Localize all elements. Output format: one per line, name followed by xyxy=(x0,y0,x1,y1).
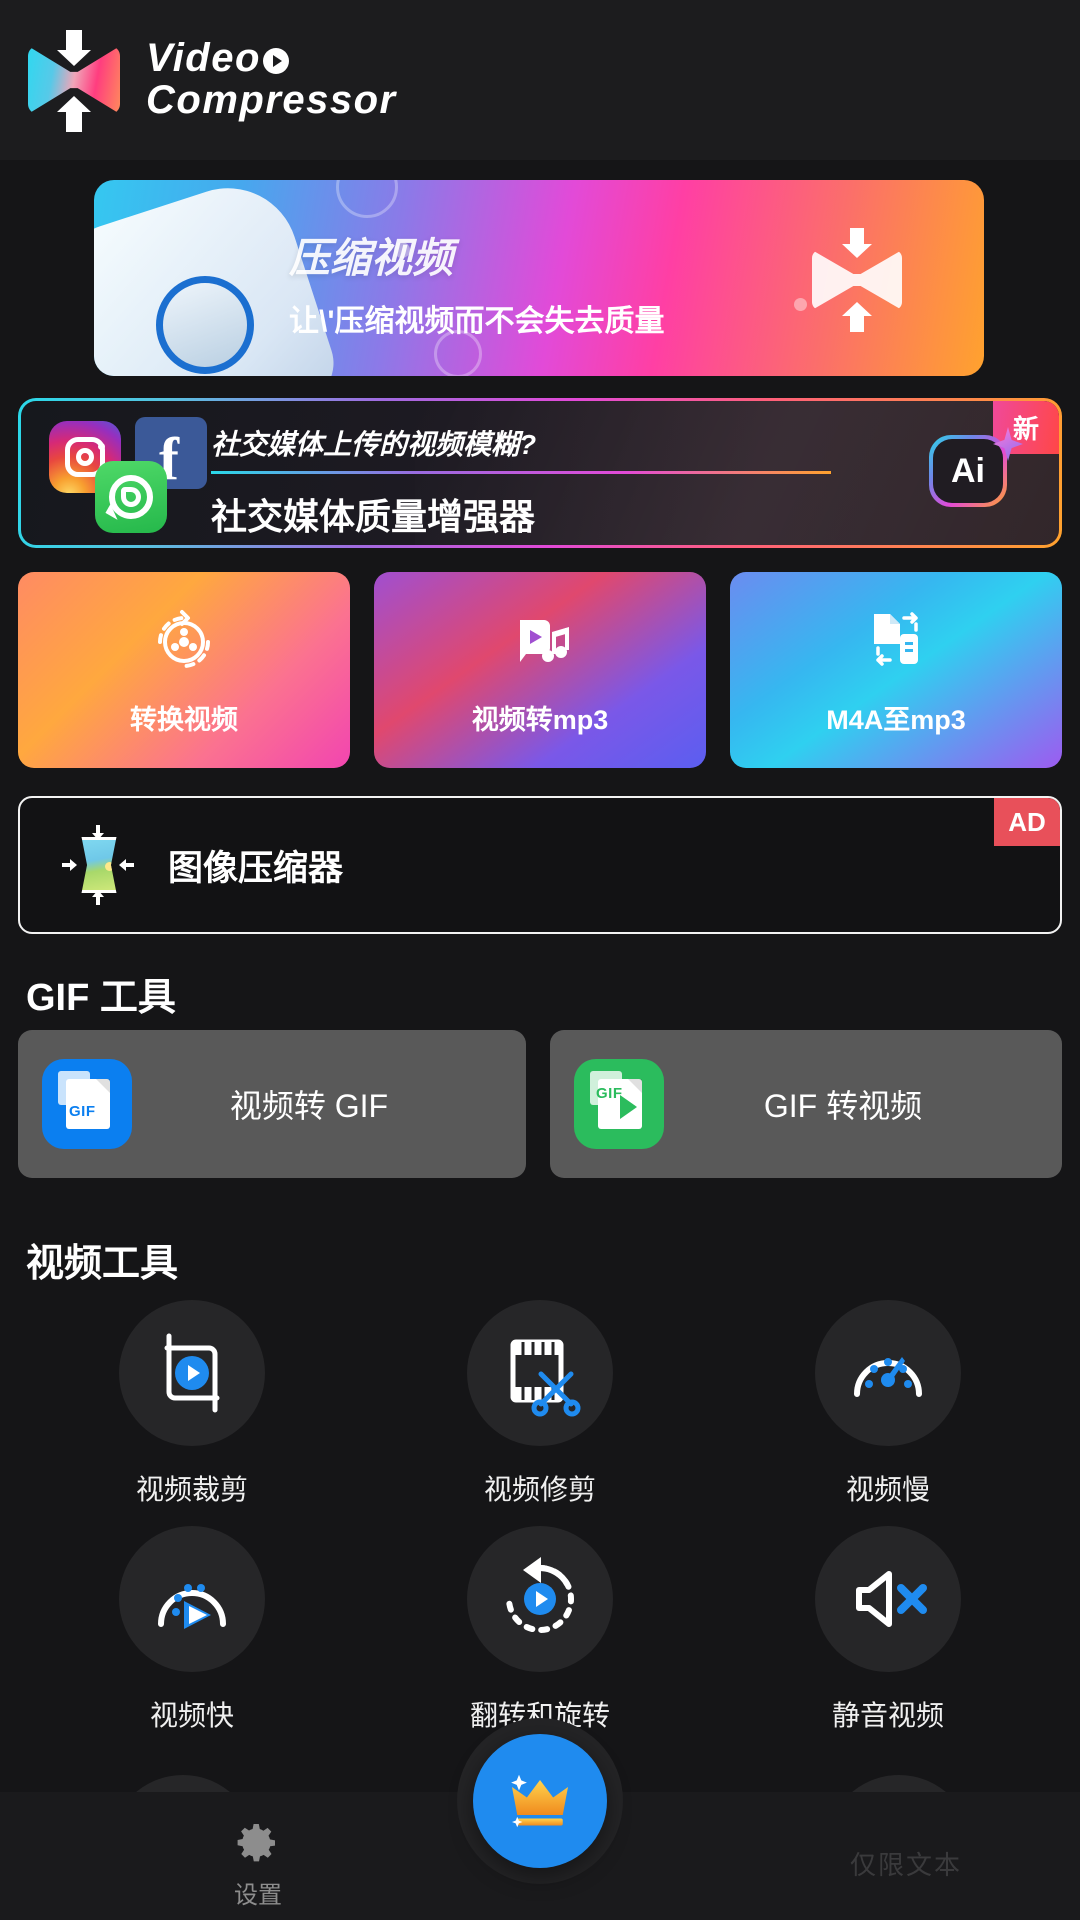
image-thumb xyxy=(81,837,117,893)
mute-video-icon xyxy=(815,1526,961,1672)
arrow-right-icon xyxy=(62,859,77,871)
card-label: 视频转mp3 xyxy=(471,704,609,735)
arrow-down-icon xyxy=(842,228,872,258)
hero-decor-circle xyxy=(156,276,254,374)
app-title-line2: Compressor xyxy=(146,78,397,122)
gif-to-video-icon: GIF xyxy=(574,1059,664,1149)
whatsapp-handset xyxy=(121,487,141,507)
ad-image-compressor-banner[interactable]: 图像压缩器 AD xyxy=(18,796,1062,934)
tool-label: 静音视频 xyxy=(831,1700,944,1731)
video-to-gif-icon: GIF xyxy=(42,1059,132,1149)
quick-tool-cards: 转换视频 视频转mp3 M4A至mp3 xyxy=(18,572,1062,768)
nav-settings-label: 设置 xyxy=(234,1882,282,1909)
image-compress-icon xyxy=(62,825,134,905)
whatsapp-icon xyxy=(95,461,167,533)
speedometer-fast-icon xyxy=(119,1526,265,1672)
gif-item-label: GIF 转视频 xyxy=(763,1088,923,1124)
film-reel-convert-icon xyxy=(148,604,220,676)
gif-tools-row: GIF 视频转 GIF GIF GIF 转视频 xyxy=(18,1030,1062,1178)
hero-text-block: 压缩视频 让\'压缩视频而不会失去质量 xyxy=(289,224,664,340)
card-label: M4A至mp3 xyxy=(826,704,966,735)
arrow-down-icon xyxy=(57,30,91,66)
instagram-dot xyxy=(98,443,105,450)
hero-title: 压缩视频 xyxy=(289,235,453,281)
app-screen: Video Compressor 压缩视频 让\'压缩视频而不会失去质量 f 社… xyxy=(0,0,1080,1920)
card-convert-video[interactable]: 转换视频 xyxy=(18,572,350,768)
ai-banner-question: 社交媒体上传的视频模糊? xyxy=(211,429,537,460)
tool-label: 视频快 xyxy=(149,1700,234,1731)
arrow-up-icon xyxy=(57,96,91,132)
ad-badge: AD xyxy=(994,798,1060,846)
logo-line1-text: Video xyxy=(146,36,261,81)
app-logo-icon xyxy=(28,24,120,136)
ai-banner-divider xyxy=(211,471,831,474)
tool-label: 视频慢 xyxy=(845,1474,930,1505)
tool-crop-video[interactable]: 视频裁剪 xyxy=(18,1300,366,1508)
hero-subtitle: 让\'压缩视频而不会失去质量 xyxy=(289,305,665,338)
tool-flip-rotate[interactable]: 翻转和旋转 xyxy=(366,1526,714,1734)
tool-mute-video[interactable]: 静音视频 xyxy=(714,1526,1062,1734)
tool-label: 视频修剪 xyxy=(483,1474,596,1505)
social-quality-enhancer-banner[interactable]: f 社交媒体上传的视频模糊? 社交媒体质量增强器 新 Ai xyxy=(18,398,1062,548)
ad-banner-label: 图像压缩器 xyxy=(168,848,344,888)
arrow-up-icon xyxy=(92,890,104,905)
app-title: Video Compressor xyxy=(146,38,397,121)
arrow-left-icon xyxy=(119,859,134,871)
premium-crown-button[interactable] xyxy=(473,1734,607,1868)
hero-compress-banner[interactable]: 压缩视频 让\'压缩视频而不会失去质量 xyxy=(94,180,984,376)
video-tools-grid: 视频裁剪 视频修剪 视频慢 视频快 翻转和旋转 静音视频 xyxy=(18,1300,1062,1734)
social-icons-group: f xyxy=(43,417,223,535)
ai-banner-title: 社交媒体质量增强器 xyxy=(211,496,536,537)
instagram-lens xyxy=(76,448,94,466)
card-m4a-to-mp3[interactable]: M4A至mp3 xyxy=(730,572,1062,768)
ai-banner-inner: f 社交媒体上传的视频模糊? 社交媒体质量增强器 新 Ai xyxy=(21,401,1059,545)
app-title-line1: Video xyxy=(146,38,397,80)
nav-item-settings[interactable]: 设置 xyxy=(178,1819,338,1910)
compress-bowtie-icon xyxy=(802,228,912,332)
tool-trim-video[interactable]: 视频修剪 xyxy=(366,1300,714,1508)
ai-sparkle-icon: Ai xyxy=(929,427,1025,515)
tool-label: 视频裁剪 xyxy=(135,1474,248,1505)
gif-item-label: 视频转 GIF xyxy=(229,1088,389,1124)
gear-icon xyxy=(237,1824,275,1862)
gif-text-glyph: GIF xyxy=(596,1085,623,1102)
bowtie-shape xyxy=(812,250,902,310)
play-circle-icon xyxy=(262,48,289,75)
gif-item-gif-to-video[interactable]: GIF GIF 转视频 xyxy=(550,1030,1062,1178)
trim-scissors-icon xyxy=(467,1300,613,1446)
ai-chip-box: Ai xyxy=(929,435,1007,507)
tool-slow-video[interactable]: 视频慢 xyxy=(714,1300,1062,1508)
gif-item-video-to-gif[interactable]: GIF 视频转 GIF xyxy=(18,1030,526,1178)
speedometer-slow-icon xyxy=(815,1300,961,1446)
gif-section-title: GIF 工具 xyxy=(26,977,176,1019)
card-label: 转换视频 xyxy=(130,704,238,735)
tool-fast-video[interactable]: 视频快 xyxy=(18,1526,366,1734)
video-to-music-icon xyxy=(504,604,576,676)
sun-dot-icon xyxy=(105,862,114,871)
ai-banner-text-block: 社交媒体上传的视频模糊? 社交媒体质量增强器 xyxy=(211,423,831,540)
hero-bubble-1 xyxy=(336,180,398,218)
crown-icon xyxy=(511,1774,568,1828)
file-convert-icon xyxy=(860,604,932,676)
flip-rotate-icon xyxy=(467,1526,613,1672)
gif-text-glyph: GIF xyxy=(69,1103,96,1120)
arrow-down-icon xyxy=(92,825,104,840)
ai-chip-label: Ai xyxy=(933,439,1003,503)
arrow-up-icon xyxy=(842,302,872,332)
ghost-overlay-text: 仅限文本 xyxy=(849,1850,962,1880)
crop-video-icon xyxy=(119,1300,265,1446)
card-video-to-mp3[interactable]: 视频转mp3 xyxy=(374,572,706,768)
play-triangle-icon xyxy=(620,1095,637,1119)
video-section-title: 视频工具 xyxy=(26,1243,179,1285)
app-header: Video Compressor xyxy=(0,0,1080,160)
